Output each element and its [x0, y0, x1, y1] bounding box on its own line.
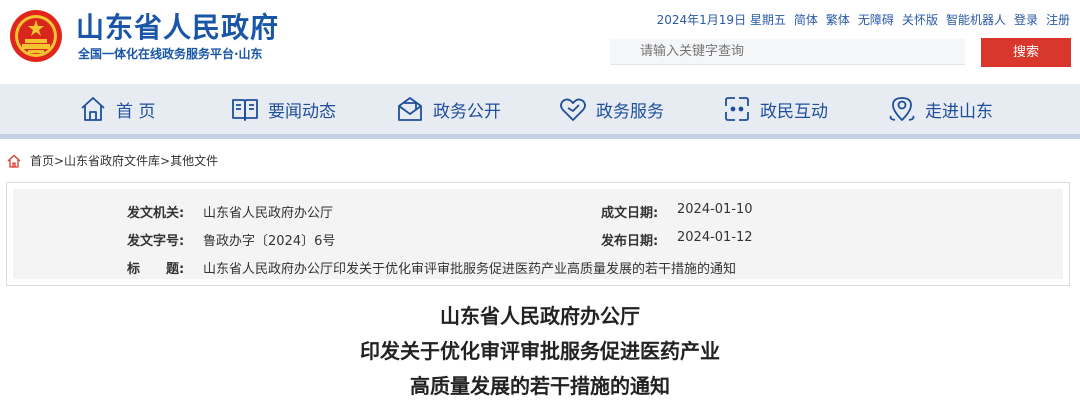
traditional-chinese-link[interactable]: 繁体	[826, 11, 850, 28]
smart-robot-link[interactable]: 智能机器人	[946, 11, 1006, 28]
nav-item-about-shandong[interactable]: 走进山东	[887, 84, 993, 134]
published-date-value: 2024-01-12	[677, 230, 753, 245]
login-link[interactable]: 登录	[1014, 11, 1038, 28]
document-title-line-3: 高质量发展的若干措施的通知	[410, 374, 670, 398]
nav-divider	[0, 134, 1080, 139]
title-value: 山东省人民政府办公厅印发关于优化审评审批服务促进医药产业高质量发展的若干措施的通…	[203, 262, 737, 277]
nav-label-gov-affairs: 政务公开	[433, 101, 501, 122]
doc-number-value: 鲁政办字〔2024〕6号	[203, 234, 336, 249]
site-subtitle: 全国一体化在线政务服务平台·山东	[78, 47, 263, 61]
document-title-line-2: 印发关于优化审评审批服务促进医药产业	[360, 339, 720, 363]
envelope-icon	[398, 97, 422, 121]
title-label: 标 题:	[127, 262, 185, 277]
metadata-panel: 发文机关: 山东省人民政府办公厅 发文字号: 鲁政办字〔2024〕6号 标 题:…	[13, 189, 1063, 279]
header: 山东省人民政府 全国一体化在线政务服务平台·山东 2024年1月19日 星期五 …	[0, 0, 1080, 84]
nav-item-news[interactable]: 要闻动态	[230, 84, 336, 134]
breadcrumb-path[interactable]: 首页>山东省政府文件库>其他文件	[30, 152, 218, 169]
current-date: 2024年1月19日 星期五	[656, 13, 786, 27]
document-metadata: 发文机关: 山东省人民政府办公厅 发文字号: 鲁政办字〔2024〕6号 标 题:…	[6, 182, 1070, 286]
nav-label-news: 要闻动态	[268, 101, 336, 122]
simplified-chinese-link[interactable]: 简体	[794, 11, 818, 28]
nav-item-gov-affairs[interactable]: 政务公开	[395, 84, 501, 134]
nav-item-gov-services[interactable]: 政务服务	[558, 84, 664, 134]
search-input[interactable]	[610, 39, 965, 65]
issuer-label: 发文机关:	[127, 206, 185, 221]
created-date-label: 成文日期:	[601, 206, 659, 221]
heart-icon	[560, 98, 586, 121]
breadcrumb: 首页>山东省政府文件库>其他文件	[6, 152, 218, 169]
news-book-icon	[232, 99, 258, 121]
home-icon	[81, 97, 105, 121]
interaction-icon	[725, 97, 749, 121]
accessibility-link[interactable]: 无障碍	[858, 11, 894, 28]
nav-label-about-shandong: 走进山东	[925, 101, 993, 122]
top-links: 2024年1月19日 星期五 简体 繁体 无障碍 关怀版 智能机器人 登录 注册	[657, 11, 1070, 28]
nav-item-home[interactable]: 首 页	[78, 84, 155, 134]
nav-label-home: 首 页	[116, 101, 156, 122]
elderly-care-version-link[interactable]: 关怀版	[902, 11, 938, 28]
site-title[interactable]: 山东省人民政府	[76, 6, 279, 46]
nav-label-interaction: 政民互动	[760, 101, 828, 122]
register-link[interactable]: 注册	[1046, 11, 1070, 28]
main-nav: 首 页 要闻动态 政务公开 政务服务 政民互动 走进山东	[0, 84, 1080, 134]
published-date-label: 发布日期:	[601, 234, 659, 249]
doc-number-label: 发文字号:	[127, 234, 185, 249]
nav-item-interaction[interactable]: 政民互动	[722, 84, 828, 134]
created-date-value: 2024-01-10	[677, 202, 753, 217]
search-button[interactable]: 搜索	[981, 38, 1071, 67]
document-title-line-1: 山东省人民政府办公厅	[440, 304, 640, 328]
national-emblem-icon[interactable]	[8, 8, 64, 64]
nav-label-gov-services: 政务服务	[596, 101, 664, 122]
home-icon[interactable]	[6, 153, 22, 169]
location-pin-icon	[889, 97, 915, 121]
issuer-value: 山东省人民政府办公厅	[203, 206, 334, 221]
